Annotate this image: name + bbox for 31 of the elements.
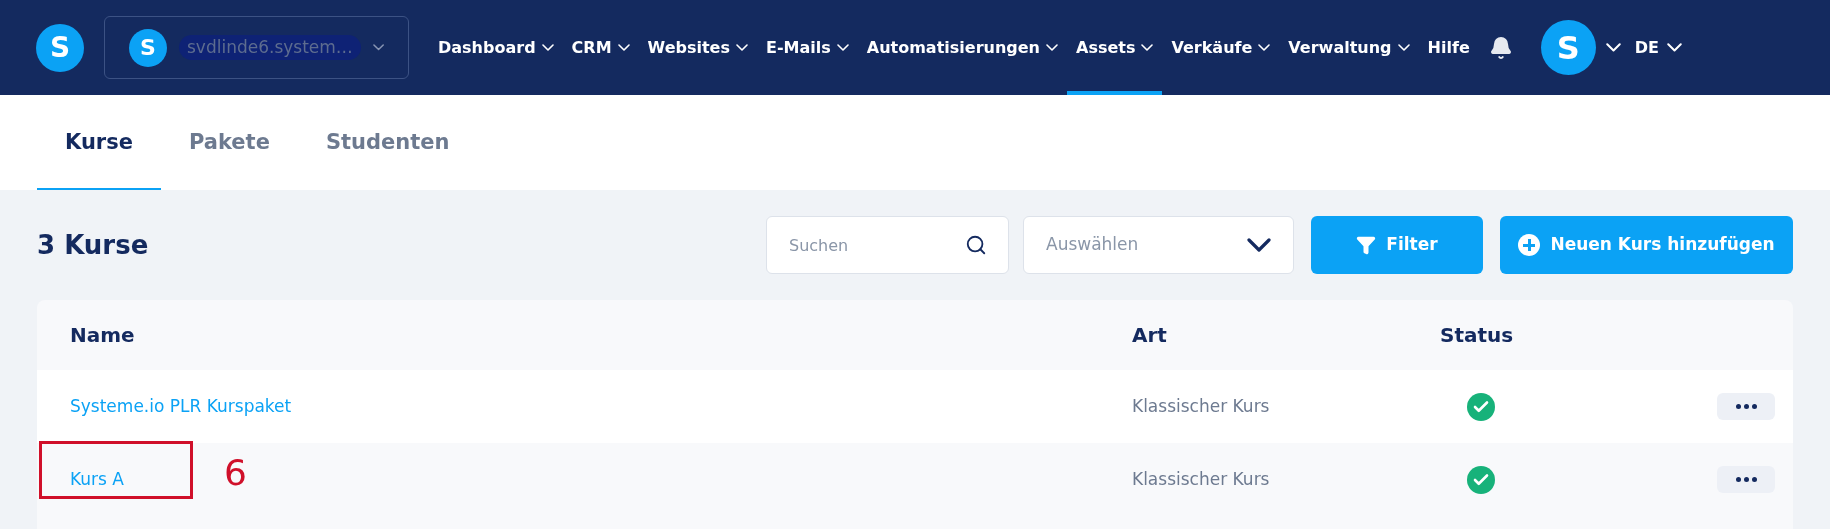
chevron-down-icon [1247,238,1271,252]
tab[interactable]: Pakete [160,95,298,190]
more-options-button[interactable] [1717,393,1775,420]
nav-menu-item[interactable]: Hilfe [1418,0,1479,95]
annotation-number: 6 [223,450,247,495]
nav-menu-item[interactable]: E-Mails [757,0,858,95]
table-cell-text: Klassischer Kurs [1131,394,1271,418]
more-options-button[interactable] [1717,466,1775,493]
nav-menu-item[interactable]: Dashboard [429,0,563,95]
chevron-down-icon [372,44,384,51]
chevron-down-icon [1666,43,1682,52]
language-selector[interactable]: DE [1634,35,1682,60]
nav-menu-item[interactable]: Verkäufe [1162,0,1280,95]
ellipsis-icon [1735,404,1757,409]
nav-menu-item[interactable]: Verwaltung [1279,0,1419,95]
nav-menu-item[interactable]: CRM [562,0,639,95]
notification-bell-icon[interactable] [1488,35,1513,60]
column-header: Name [69,322,136,349]
nav-menu-item[interactable]: Automatisierungen [857,0,1067,95]
tab[interactable]: Kurse [37,95,161,190]
search-icon [965,234,987,256]
tab[interactable]: Studenten [297,95,478,190]
chevron-down-icon[interactable] [1605,43,1621,52]
page-title: 3 Kurse [37,228,149,262]
column-header: Art [1131,322,1168,349]
filter-icon [1356,235,1377,255]
search-field[interactable]: Suchen [766,216,1009,274]
nav-menu-item[interactable]: Websites [638,0,757,95]
table-cell-text: Klassischer Kurs [1131,467,1271,491]
ellipsis-icon [1735,477,1757,482]
column-header: Status [1439,322,1514,349]
